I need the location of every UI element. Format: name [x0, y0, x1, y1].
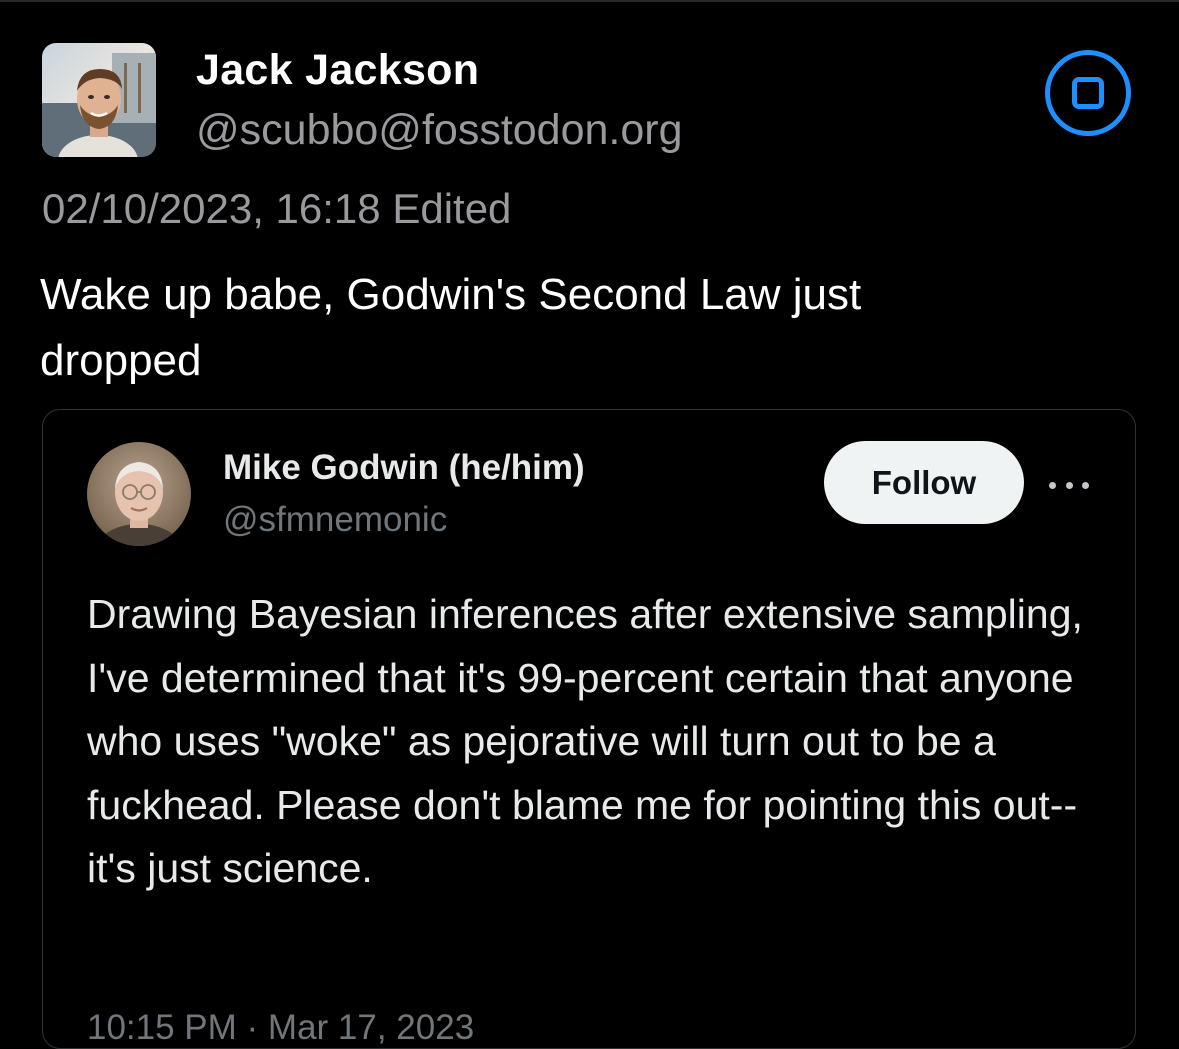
follow-button[interactable]: Follow — [824, 441, 1024, 524]
embed-author-handle[interactable]: @sfmnemonic — [223, 500, 447, 540]
post-meta: 02/10/2023, 16:18 Edited — [42, 185, 511, 233]
post-timestamp[interactable]: 02/10/2023, 16:18 — [42, 185, 381, 232]
post-text: Wake up babe, Godwin's Second Law just d… — [40, 270, 862, 385]
author-avatar-image — [42, 43, 156, 157]
author-display-name[interactable]: Jack Jackson — [196, 46, 479, 95]
embed-author-display-name[interactable]: Mike Godwin (he/him) — [223, 448, 585, 488]
embed-post-text: Drawing Bayesian inferences after extens… — [87, 591, 1083, 891]
embed-avatar-image — [87, 442, 191, 546]
embed-author-avatar[interactable] — [87, 442, 191, 546]
embedded-post-card[interactable]: Mike Godwin (he/him) @sfmnemonic Follow … — [42, 409, 1136, 1049]
ellipsis-icon[interactable] — [1049, 480, 1089, 490]
square-in-circle-icon[interactable] — [1045, 50, 1131, 136]
options-button-inner — [1072, 77, 1104, 109]
edited-label[interactable]: Edited — [392, 185, 511, 232]
ellipsis-dot — [1082, 481, 1089, 489]
post: Jack Jackson @scubbo@fosstodon.org 02/10… — [0, 0, 1179, 1049]
embed-post-timestamp[interactable]: 10:15 PM · Mar 17, 2023 — [87, 1008, 474, 1048]
ellipsis-dot — [1065, 481, 1073, 489]
ellipsis-dot — [1049, 481, 1056, 489]
author-handle[interactable]: @scubbo@fosstodon.org — [196, 106, 683, 155]
author-avatar[interactable] — [42, 43, 156, 157]
